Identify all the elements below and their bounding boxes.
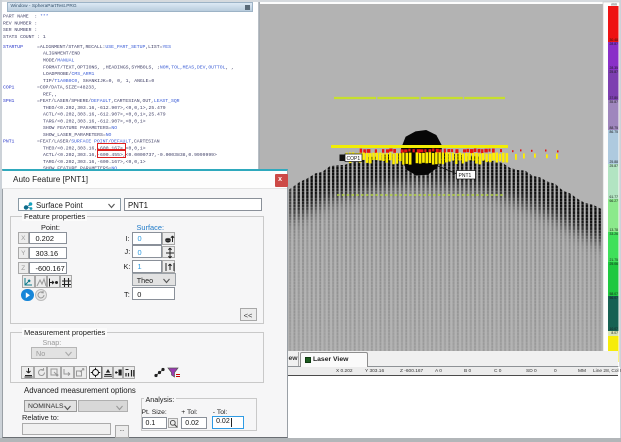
- svg-text:COP1: COP1: [347, 156, 361, 162]
- svg-text:56.07: 56.07: [610, 296, 619, 300]
- svg-text:66.27: 66.27: [610, 199, 619, 203]
- svg-text:28.87: 28.87: [610, 42, 619, 46]
- svg-text:35.87: 35.87: [610, 100, 619, 104]
- svg-text:8.07: 8.07: [611, 331, 618, 335]
- svg-text:PNT1: PNT1: [459, 173, 472, 179]
- svg-text:33.26: 33.26: [610, 232, 619, 236]
- svg-text:86.75: 86.75: [610, 130, 619, 134]
- svg-text:25.06: 25.06: [610, 262, 619, 266]
- svg-text:25.87: 25.87: [610, 70, 619, 74]
- svg-text:25.87: 25.87: [610, 164, 619, 168]
